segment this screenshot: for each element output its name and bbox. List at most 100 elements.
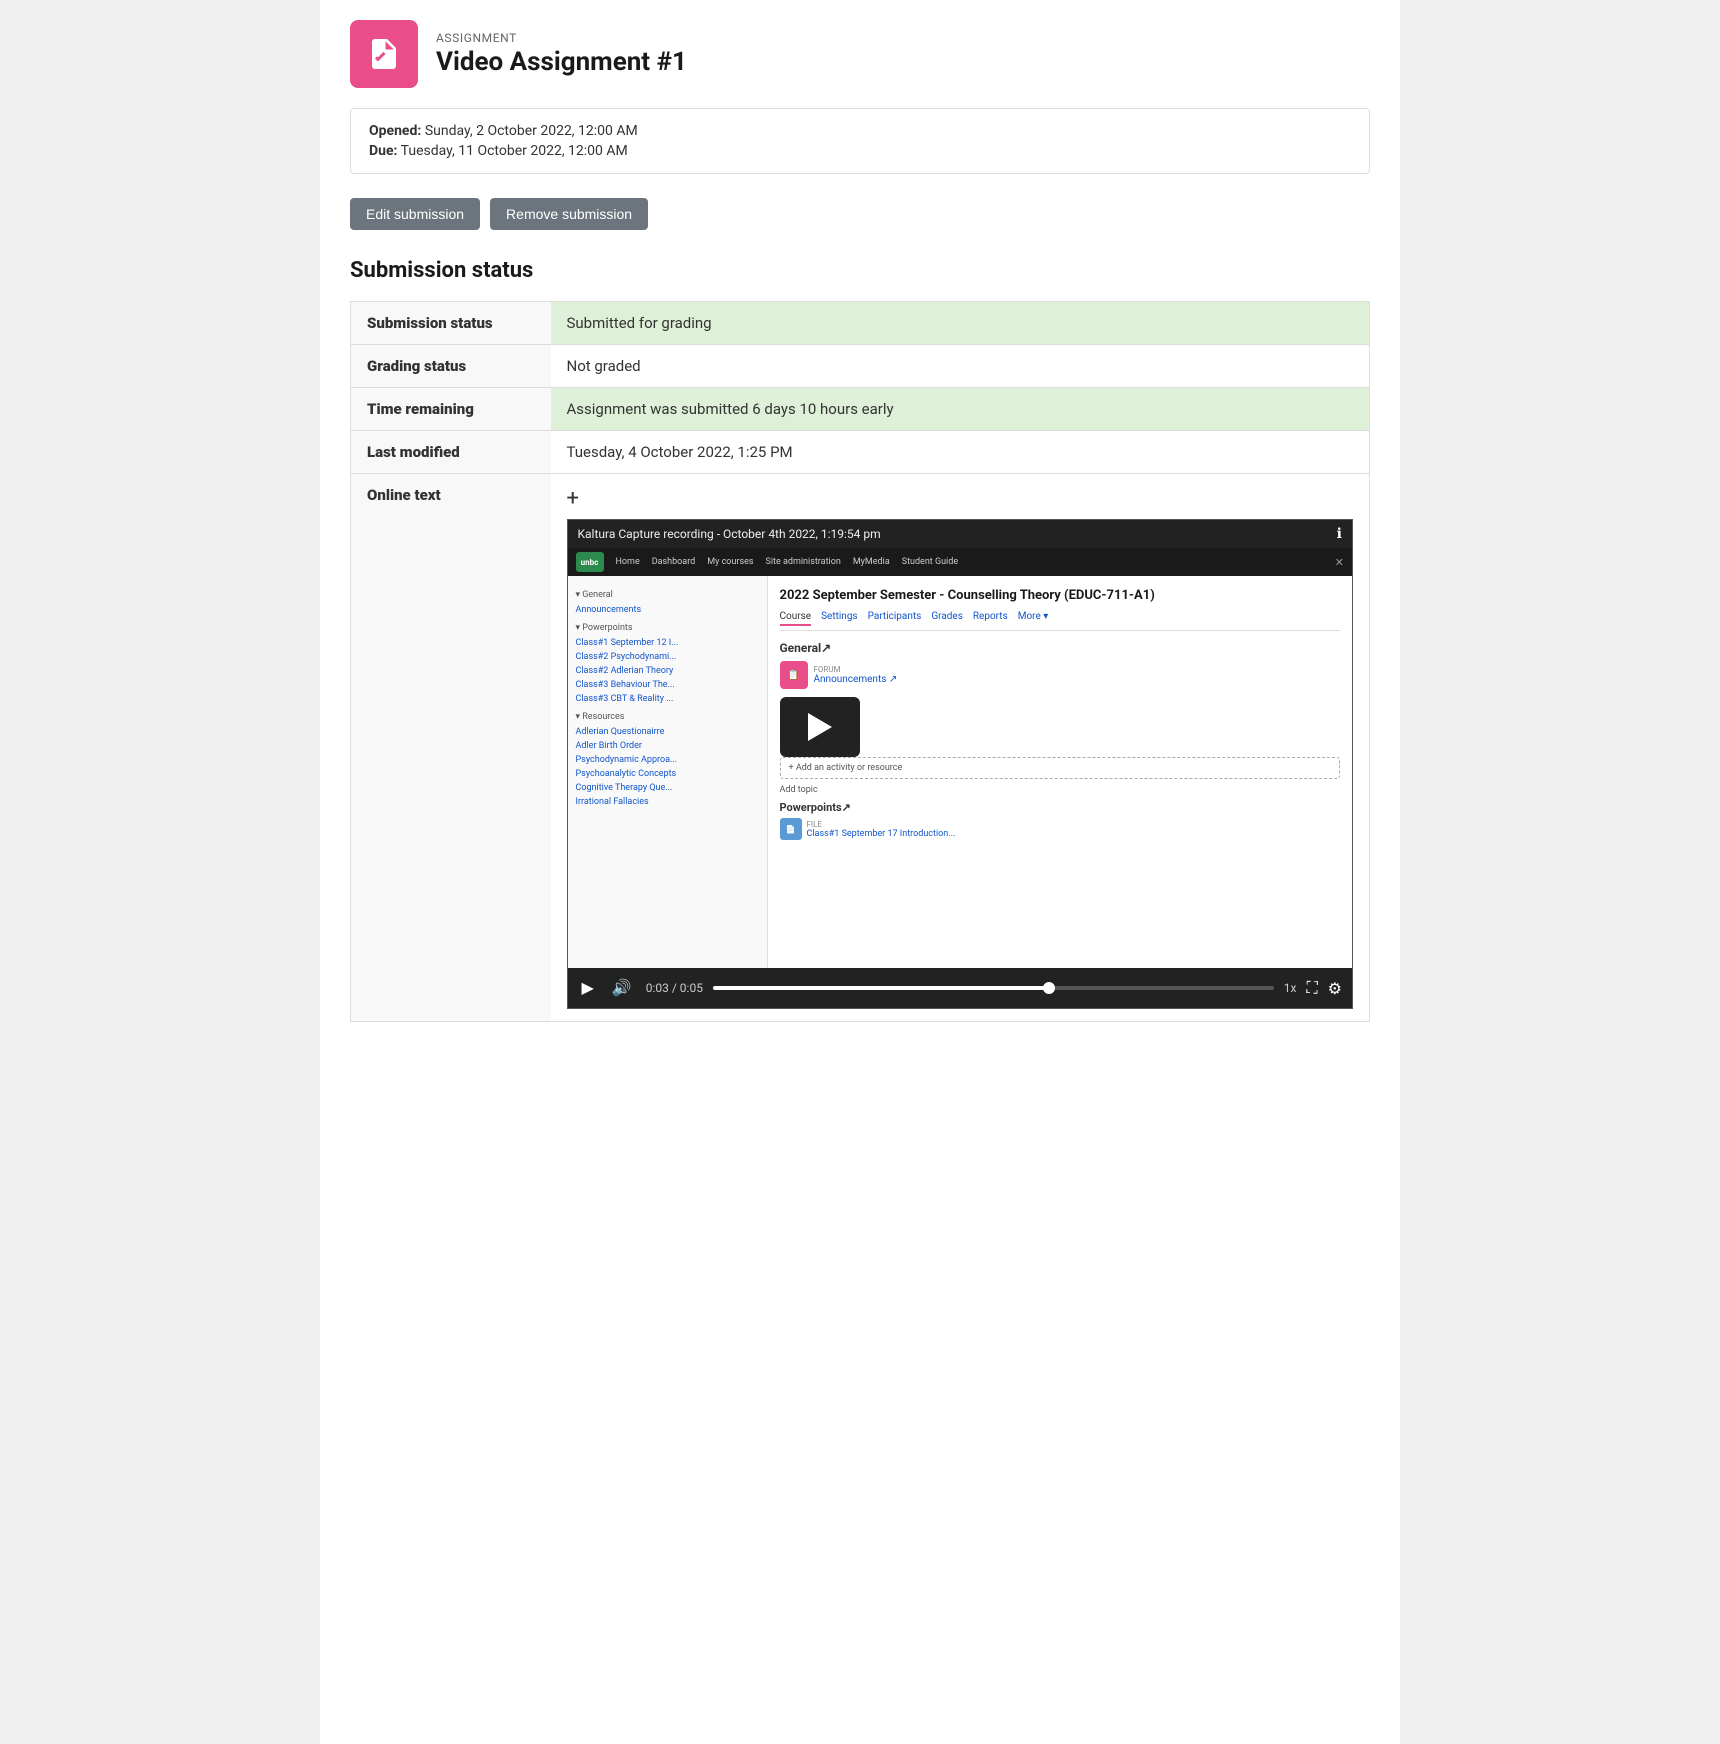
fake-sidebar-general-label: ▾ General	[576, 590, 759, 600]
due-label: Due:	[369, 143, 397, 159]
fake-nav-siteadmin: Site administration	[766, 557, 841, 567]
fake-forum-name: Announcements ↗	[814, 674, 898, 685]
fake-sidebar-class3b: Class#3 CBT & Reality ...	[576, 692, 759, 706]
fake-browser-topbar: unbc Home Dashboard My courses Site admi…	[568, 548, 1353, 576]
fake-main-content: 2022 September Semester - Counselling Th…	[768, 576, 1353, 968]
fake-sidebar-class2b: Class#2 Adlerian Theory	[576, 664, 759, 678]
submission-status-value: Submitted for grading	[551, 302, 1370, 345]
grading-status-value: Not graded	[551, 345, 1370, 388]
assignment-icon	[350, 20, 418, 88]
status-table: Submission status Submitted for grading …	[350, 301, 1370, 1022]
page-wrapper: ASSIGNMENT Video Assignment #1 Opened: S…	[320, 0, 1400, 1744]
fake-tab-grades: Grades	[931, 611, 963, 626]
progress-thumb[interactable]	[1043, 982, 1055, 994]
fake-sidebar-res4: Psychoanalytic Concepts	[576, 767, 759, 781]
fake-unbc-logo: unbc	[576, 552, 604, 572]
video-screenshot: unbc Home Dashboard My courses Site admi…	[568, 548, 1353, 968]
video-content: unbc Home Dashboard My courses Site admi…	[568, 548, 1353, 968]
fake-sidebar-announcements: Announcements	[576, 603, 759, 617]
edit-submission-button[interactable]: Edit submission	[350, 198, 480, 230]
fake-file-type-label: FILE	[807, 820, 956, 829]
info-button[interactable]: ℹ	[1337, 526, 1342, 542]
opened-label: Opened:	[369, 123, 421, 139]
fake-nav-mymedia: MyMedia	[853, 557, 890, 567]
table-row-grading-status: Grading status Not graded	[351, 345, 1370, 388]
table-row-online-text: Online text + Kaltura Capture recording …	[351, 474, 1370, 1022]
video-title-text: Kaltura Capture recording - October 4th …	[578, 527, 881, 541]
due-date: Due: Tuesday, 11 October 2022, 12:00 AM	[369, 143, 1351, 159]
fake-nav-courses: My courses	[707, 557, 753, 567]
fake-sidebar-class1: Class#1 September 12 I...	[576, 636, 759, 650]
fake-play-area	[780, 697, 860, 757]
remove-submission-button[interactable]: Remove submission	[490, 198, 648, 230]
fake-sidebar-powerpoints-label: ▾ Powerpoints	[576, 623, 759, 633]
last-modified-label: Last modified	[351, 431, 551, 474]
fake-tab-more: More ▾	[1018, 611, 1049, 626]
fake-sidebar-class2a: Class#2 Psychodynami...	[576, 650, 759, 664]
fake-course-title: 2022 September Semester - Counselling Th…	[780, 588, 1341, 603]
assignment-title: Video Assignment #1	[436, 47, 687, 77]
fake-sidebar-res6: Irrational Fallacies	[576, 795, 759, 809]
assignment-type-label: ASSIGNMENT	[436, 31, 687, 45]
assignment-header: ASSIGNMENT Video Assignment #1	[350, 20, 1370, 88]
fake-nav-dashboard: Dashboard	[652, 557, 696, 567]
fake-sidebar-res3: Psychodynamic Approa...	[576, 753, 759, 767]
table-row-last-modified: Last modified Tuesday, 4 October 2022, 1…	[351, 431, 1370, 474]
fake-tab-course: Course	[780, 611, 812, 626]
fake-sidebar-res2: Adler Birth Order	[576, 739, 759, 753]
fake-browser-body: ▾ General Announcements ▾ Powerpoints Cl…	[568, 576, 1353, 968]
fake-sidebar-class3a: Class#3 Behaviour The...	[576, 678, 759, 692]
play-pause-button[interactable]: ▶	[578, 976, 598, 1000]
table-row-time-remaining: Time remaining Assignment was submitted …	[351, 388, 1370, 431]
add-content-icon[interactable]: +	[567, 486, 579, 511]
dates-panel: Opened: Sunday, 2 October 2022, 12:00 AM…	[350, 108, 1370, 174]
assignment-svg-icon	[366, 36, 402, 72]
fake-add-resource: + Add an activity or resource	[780, 757, 1341, 779]
fake-nav-home: Home	[616, 557, 640, 567]
fake-sidebar-res1: Adlerian Questionairre	[576, 725, 759, 739]
fake-file-name: Class#1 September 17 Introduction...	[807, 829, 956, 839]
assignment-title-block: ASSIGNMENT Video Assignment #1	[436, 31, 687, 77]
fake-sidebar-resources-label: ▾ Resources	[576, 712, 759, 722]
fake-sidebar: ▾ General Announcements ▾ Powerpoints Cl…	[568, 576, 768, 968]
fake-tab-settings: Settings	[821, 611, 858, 626]
video-controls-bar: ▶ 🔊 0:03 / 0:05 1x	[568, 968, 1353, 1008]
submission-status-label: Submission status	[351, 302, 551, 345]
button-row: Edit submission Remove submission	[350, 198, 1370, 230]
fake-file-item: 📄 FILE Class#1 September 17 Introduction…	[780, 818, 1341, 840]
fake-sidebar-res5: Cognitive Therapy Que...	[576, 781, 759, 795]
opened-date: Opened: Sunday, 2 October 2022, 12:00 AM	[369, 123, 1351, 139]
fake-forum-type: FORUM	[814, 665, 898, 674]
online-text-cell: + Kaltura Capture recording - October 4t…	[551, 474, 1370, 1022]
fake-file-icon: 📄	[780, 818, 802, 840]
settings-button[interactable]: ⚙	[1328, 979, 1342, 998]
fake-forum-info: FORUM Announcements ↗	[814, 665, 898, 685]
online-text-label: Online text	[351, 474, 551, 1022]
fake-video-thumbnail	[780, 697, 860, 757]
fake-course-tabs: Course Settings Participants Grades Repo…	[780, 611, 1341, 631]
fake-nav-guide: Student Guide	[902, 557, 958, 567]
time-current: 0:03 / 0:05	[646, 981, 703, 995]
speed-label[interactable]: 1x	[1284, 981, 1297, 995]
last-modified-value: Tuesday, 4 October 2022, 1:25 PM	[551, 431, 1370, 474]
fake-play-triangle	[808, 713, 832, 741]
progress-bar-fill	[713, 986, 1049, 990]
fake-powerpoints-heading: Powerpoints↗	[780, 801, 1341, 814]
video-player: Kaltura Capture recording - October 4th …	[567, 519, 1354, 1009]
fake-add-topic: Add topic	[780, 785, 1341, 795]
fake-forum-box: 📋 FORUM Announcements ↗	[780, 661, 1341, 689]
due-value: Tuesday, 11 October 2022, 12:00 AM	[401, 143, 628, 159]
video-title-bar: Kaltura Capture recording - October 4th …	[568, 520, 1353, 548]
fake-forum-icon: 📋	[780, 661, 808, 689]
fake-tab-participants: Participants	[868, 611, 922, 626]
time-remaining-label: Time remaining	[351, 388, 551, 431]
fake-general-heading: General↗	[780, 641, 1341, 655]
fake-tab-reports: Reports	[973, 611, 1008, 626]
grading-status-label: Grading status	[351, 345, 551, 388]
progress-bar[interactable]	[713, 986, 1274, 990]
fullscreen-button[interactable]: ⛶	[1306, 978, 1317, 998]
table-row-submission-status: Submission status Submitted for grading	[351, 302, 1370, 345]
submission-status-heading: Submission status	[350, 258, 1370, 283]
opened-value: Sunday, 2 October 2022, 12:00 AM	[425, 123, 638, 139]
volume-button[interactable]: 🔊	[608, 976, 636, 1000]
